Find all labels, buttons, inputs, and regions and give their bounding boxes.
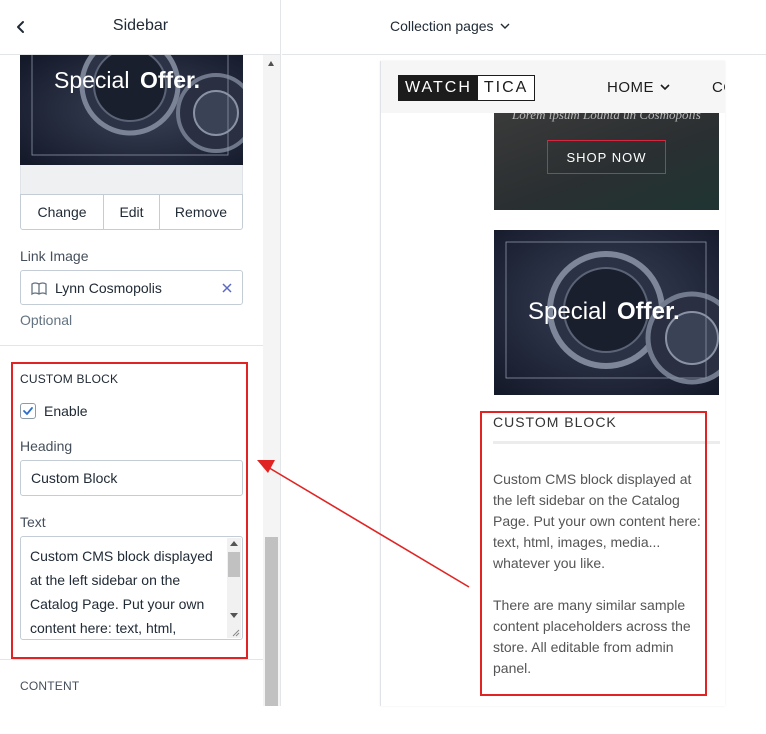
custom-block-paragraph: There are many similar sample content pl… [493, 597, 691, 676]
scroll-down-arrow-icon[interactable] [230, 613, 238, 618]
store-logo[interactable]: WATCH TICA [398, 75, 536, 101]
chevron-down-icon [500, 23, 510, 29]
custom-block-paragraph: Custom CMS block displayed at the left s… [493, 471, 701, 571]
nav-home[interactable]: HOME [607, 79, 670, 96]
shop-now-button[interactable]: SHOP NOW [547, 140, 666, 174]
logo-tica: TICA [477, 76, 535, 100]
page-type-label: Collection pages [390, 18, 494, 34]
remove-image-button[interactable]: Remove [159, 195, 242, 229]
preview-custom-block-text: Custom CMS block displayed at the left s… [493, 469, 708, 679]
link-image-label: Link Image [20, 248, 89, 264]
store-preview: WATCH TICA HOME CO Lorem ipsum Lounta un… [380, 61, 725, 706]
watch-banner-image: Special Offer. [494, 230, 719, 395]
heading-label: Heading [20, 438, 73, 454]
panel-header: Sidebar [0, 0, 280, 55]
heading-input[interactable] [20, 460, 243, 496]
scroll-up-arrow-icon[interactable] [230, 541, 238, 546]
text-label: Text [20, 514, 46, 530]
panel-scrollbar[interactable] [263, 55, 280, 706]
document-icon [31, 282, 47, 296]
top-bar: Collection pages [282, 0, 766, 55]
panel-scroll-thumb[interactable] [265, 537, 278, 706]
section-divider [0, 659, 263, 660]
banner-faint-text: Lorem ipsum Lounta un Cosmopolis [512, 113, 701, 122]
text-textarea[interactable]: Custom CMS block displayed at the left s… [20, 536, 243, 640]
textarea-content: Custom CMS block displayed at the left s… [30, 548, 213, 636]
logo-watch: WATCH [399, 76, 478, 100]
store-header: WATCH TICA HOME CO [381, 61, 725, 113]
settings-panel: Sidebar Special Offer. Change Edit Remov… [0, 0, 281, 706]
enable-label: Enable [44, 403, 88, 419]
link-image-help: Optional [20, 312, 73, 328]
textarea-scrollbar[interactable] [227, 538, 241, 638]
change-image-button[interactable]: Change [21, 195, 103, 229]
banner-word-offer: Offer. [140, 67, 200, 93]
panel-title: Sidebar [112, 17, 169, 34]
banner-word-offer: Offer. [617, 298, 680, 325]
image-action-group: Change Edit Remove [20, 194, 243, 230]
preview-custom-block-title: CUSTOM BLOCK [493, 414, 617, 430]
banner-word-special: Special [528, 298, 607, 325]
nav-next-item[interactable]: CO [712, 79, 725, 96]
chevron-down-icon [660, 84, 670, 91]
textarea-scroll-thumb[interactable] [228, 552, 240, 577]
enable-checkbox[interactable] [20, 403, 36, 419]
watch-banner-image: Special Offer. [20, 55, 243, 165]
image-preview-strip [20, 165, 243, 195]
resize-grip-icon[interactable] [232, 629, 240, 637]
custom-block-underline [493, 441, 720, 444]
panel-scroll-area: Special Offer. Change Edit Remove Link I… [0, 55, 263, 706]
edit-image-button[interactable]: Edit [103, 195, 159, 229]
promo-banner[interactable]: Lorem ipsum Lounta un Cosmopolis SHOP NO… [494, 113, 719, 210]
scroll-up-arrow-icon[interactable] [268, 61, 274, 66]
section-divider [0, 345, 263, 346]
clear-link-button[interactable] [217, 278, 237, 298]
link-image-value: Lynn Cosmopolis [55, 280, 162, 296]
checkmark-icon [23, 407, 33, 415]
page-type-dropdown[interactable]: Collection pages [390, 18, 510, 34]
image-preview: Special Offer. [20, 55, 243, 165]
banner-word-special: Special [54, 67, 129, 93]
special-offer-banner[interactable]: Special Offer. [494, 230, 719, 395]
content-section-title[interactable]: CONTENT [20, 679, 79, 693]
link-image-field[interactable]: Lynn Cosmopolis [20, 270, 243, 305]
custom-block-section-title: CUSTOM BLOCK [20, 372, 119, 386]
close-icon [222, 283, 232, 293]
nav-home-label: HOME [607, 79, 654, 96]
